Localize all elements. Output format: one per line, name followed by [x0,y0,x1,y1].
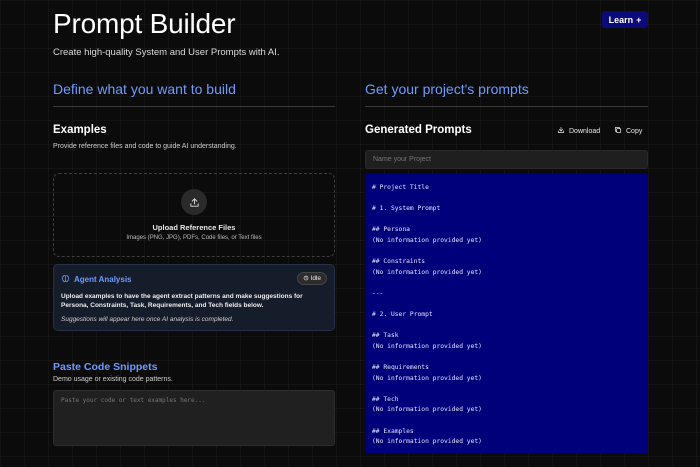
download-label: Download [569,127,601,135]
prompt-line: ## Persona [372,226,410,234]
agent-description: Upload examples to have the agent extrac… [61,293,303,309]
prompt-line [372,416,641,427]
prompt-line [372,247,641,258]
copy-button[interactable]: Copy [614,126,642,136]
status-badge: Idle [296,272,327,285]
brain-icon [303,275,309,283]
prompt-line [372,384,641,395]
learn-label: Learn [608,14,634,25]
upload-dropzone[interactable]: Upload Reference Files Images (PNG, JPG)… [53,173,335,257]
right-divider [365,106,648,107]
prompt-line: (No information provided yet) [372,374,482,382]
prompt-line: (No information provided yet) [372,438,482,446]
agent-analysis-panel: Agent Analysis Idle Upload examples to h… [53,264,335,331]
left-section-title: Define what you want to build [53,81,236,97]
prompt-line [372,215,641,226]
examples-title: Examples [53,124,107,136]
prompt-line: # Project Title [372,184,429,191]
prompt-line: # 1. System Prompt [372,205,441,213]
prompt-line: --- [372,289,384,297]
prompt-line: ## Examples [372,427,414,435]
prompt-line [372,300,641,311]
brain-icon [61,274,70,285]
paste-subtitle: Demo usage or existing code patterns. [53,376,173,383]
paste-title: Paste Code Snippets [53,361,158,373]
prompt-line: (No information provided yet) [372,268,482,276]
left-divider [53,106,335,107]
agent-analysis-title: Agent Analysis [74,275,132,284]
agent-analysis-header: Agent Analysis [61,274,132,285]
page-title: Prompt Builder [53,8,236,39]
prompt-line: ## Constraints [372,258,426,266]
prompt-line: ## Requirements [372,364,429,372]
prompt-line: (No information provided yet) [372,406,482,414]
generated-prompts-title: Generated Prompts [365,124,472,136]
prompt-line [372,353,641,364]
prompt-line: (No information provided yet) [372,342,482,350]
upload-subtitle: Images (PNG, JPG), PDFs, Code files, or … [126,235,262,241]
download-icon [557,126,565,136]
download-button[interactable]: Download [557,126,600,136]
examples-description: Provide reference files and code to guid… [53,143,237,150]
project-name-input[interactable] [365,150,648,169]
prompt-line [372,278,641,289]
generated-prompt-output[interactable]: # Project Title # 1. System Prompt ## Pers… [365,174,648,453]
upload-icon [181,189,207,215]
status-label: Idle [310,275,321,282]
prompt-line: ## Tech [372,395,399,403]
copy-label: Copy [626,127,643,135]
prompt-line: (No information provided yet) [372,236,482,244]
right-section-title: Get your project's prompts [365,81,529,97]
prompt-line [372,321,641,332]
prompt-line [372,194,641,205]
page-subtitle: Create high-quality System and User Prom… [53,47,280,58]
learn-button[interactable]: Learn + [602,11,648,28]
prompt-line: ## Task [372,332,399,340]
plus-icon: + [636,14,642,25]
prompt-lines: # Project Title # 1. System Prompt ## Pers… [372,183,641,448]
prompt-line: # 2. User Prompt [372,311,433,319]
upload-title: Upload Reference Files [152,223,236,232]
agent-note: Suggestions will appear here once AI ana… [61,316,234,323]
code-snippet-input[interactable] [53,390,335,446]
copy-icon [614,126,622,136]
